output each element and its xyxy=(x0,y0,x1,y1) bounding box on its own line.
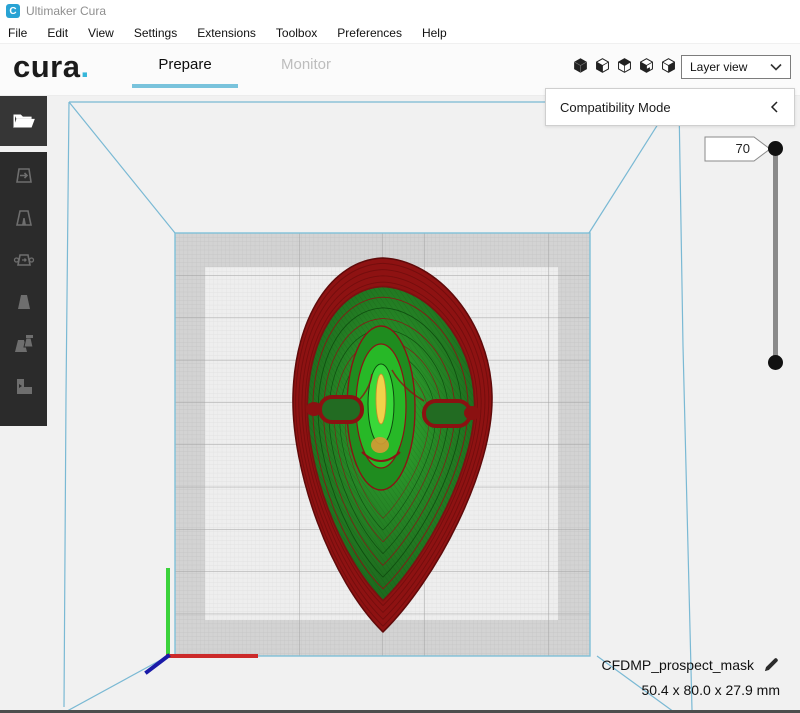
layer-number-value: 70 xyxy=(735,141,750,156)
camera-front-view-icon[interactable] xyxy=(594,57,611,74)
camera-left-view-icon[interactable] xyxy=(638,57,655,74)
layer-number-label[interactable]: 70 xyxy=(704,136,772,162)
mirror-tool-icon xyxy=(17,294,30,309)
layer-slider-top-handle[interactable] xyxy=(768,141,783,156)
window-title: Ultimaker Cura xyxy=(26,4,107,18)
menu-edit[interactable]: Edit xyxy=(47,26,68,40)
rotate-tool-button[interactable] xyxy=(10,246,37,273)
menubar: File Edit View Settings Extensions Toolb… xyxy=(0,22,800,44)
cura-logo: cura. xyxy=(13,49,90,85)
model-left-ear xyxy=(318,395,364,424)
camera-3d-view-icon[interactable] xyxy=(572,57,589,74)
camera-top-view-icon[interactable] xyxy=(616,57,633,74)
viewport-3d-scene[interactable] xyxy=(0,96,800,713)
support-blocker-icon xyxy=(16,378,32,394)
view-mode-value: Layer view xyxy=(690,60,748,74)
model-right-ear xyxy=(422,399,472,428)
support-blocker-button[interactable] xyxy=(10,372,37,399)
open-folder-icon xyxy=(12,114,35,128)
menu-toolbox[interactable]: Toolbox xyxy=(276,26,317,40)
menu-file[interactable]: File xyxy=(8,26,27,40)
layer-slider-track[interactable] xyxy=(773,148,778,362)
viewport: 70 CFDMP_prospect_mask 50.4 x 80.0 x 27.… xyxy=(0,96,800,713)
move-tool-button[interactable] xyxy=(10,162,37,189)
model-info: CFDMP_prospect_mask 50.4 x 80.0 x 27.9 m… xyxy=(601,656,781,699)
scale-tool-button[interactable] xyxy=(10,204,37,231)
scale-tool-icon xyxy=(15,209,32,226)
edit-pencil-icon[interactable] xyxy=(763,656,780,673)
rotate-tool-icon xyxy=(13,253,34,266)
tab-monitor[interactable]: Monitor xyxy=(263,56,349,73)
tab-prepare-active-underline xyxy=(132,84,238,88)
cura-logo-dot: . xyxy=(80,49,90,84)
tab-prepare[interactable]: Prepare xyxy=(130,56,240,73)
camera-view-buttons xyxy=(572,57,677,74)
open-file-button[interactable] xyxy=(0,96,47,146)
tool-panel xyxy=(0,152,47,426)
camera-right-view-icon[interactable] xyxy=(660,57,677,74)
per-model-settings-icon xyxy=(14,334,34,352)
per-model-settings-button[interactable] xyxy=(10,330,37,357)
move-tool-icon xyxy=(15,167,32,183)
menu-help[interactable]: Help xyxy=(422,26,447,40)
compatibility-mode-title: Compatibility Mode xyxy=(560,99,671,115)
view-mode-dropdown[interactable]: Layer view xyxy=(681,55,791,79)
cura-app-icon: C xyxy=(6,4,20,18)
cura-logo-text: cura xyxy=(13,49,81,84)
mirror-tool-button[interactable] xyxy=(10,288,37,315)
window-titlebar: C Ultimaker Cura xyxy=(0,0,800,22)
collapse-chevron-left-icon[interactable] xyxy=(769,100,780,114)
layer-slider-bottom-handle[interactable] xyxy=(768,355,783,370)
chevron-down-icon xyxy=(770,63,782,71)
layer-core-highlight xyxy=(375,373,387,425)
menu-preferences[interactable]: Preferences xyxy=(337,26,402,40)
menu-extensions[interactable]: Extensions xyxy=(197,26,256,40)
axis-z-blue xyxy=(144,653,171,675)
menu-settings[interactable]: Settings xyxy=(134,26,177,40)
model-dimensions: 50.4 x 80.0 x 27.9 mm xyxy=(641,682,780,698)
menu-view[interactable]: View xyxy=(88,26,114,40)
compatibility-mode-panel: Compatibility Mode xyxy=(545,88,795,126)
model-name: CFDMP_prospect_mask xyxy=(601,656,755,673)
